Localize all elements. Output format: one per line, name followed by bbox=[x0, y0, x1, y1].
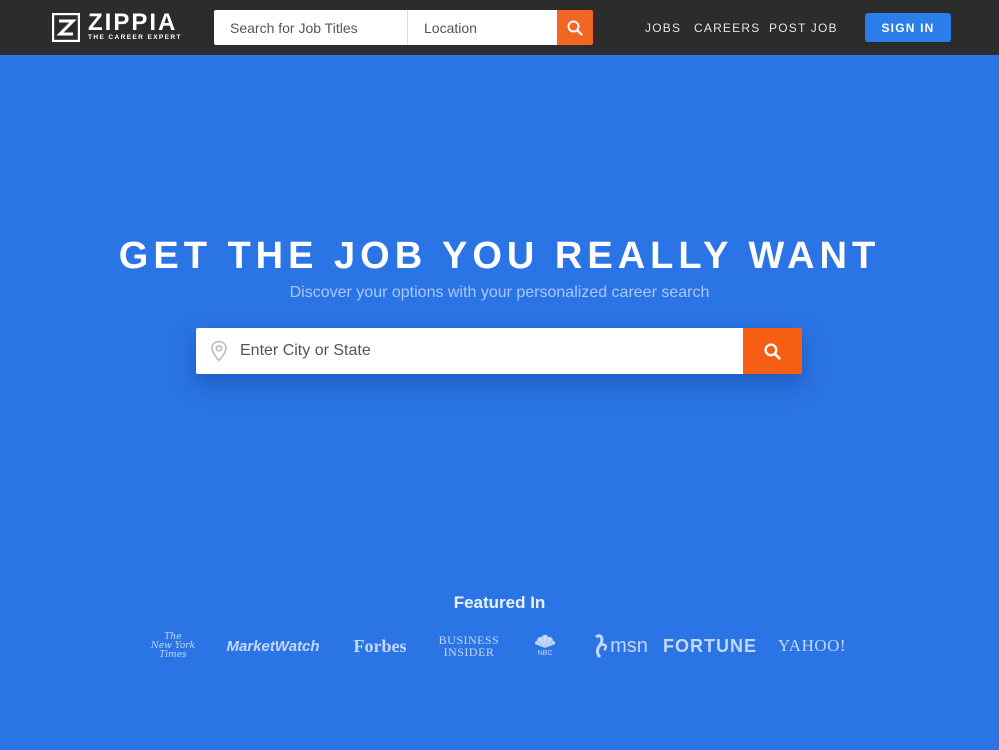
msn-butterfly-icon bbox=[595, 634, 608, 659]
zippia-logo[interactable]: ZIPPIA THE CAREER EXPERT bbox=[52, 9, 182, 42]
press-logo-forbes: Forbes bbox=[353, 635, 407, 656]
header-search bbox=[214, 10, 593, 45]
header-location-input[interactable] bbox=[408, 10, 557, 45]
top-navigation-bar: ZIPPIA THE CAREER EXPERT JOBS CAREERS PO… bbox=[0, 0, 999, 55]
press-logo-nyt: The New York Times bbox=[150, 628, 196, 664]
zippia-logo-mark-icon bbox=[52, 12, 80, 42]
city-state-input[interactable] bbox=[238, 328, 743, 374]
search-icon bbox=[764, 342, 781, 360]
press-logo-nbc: NBC bbox=[530, 628, 560, 664]
hero-search bbox=[196, 328, 802, 374]
press-logo-fortune: FORTUNE bbox=[663, 635, 757, 656]
press-logo-yahoo: YAHOO! bbox=[777, 636, 847, 655]
nyt-line: Times bbox=[159, 649, 187, 660]
hero-subtitle: Discover your options with your personal… bbox=[289, 284, 710, 301]
hero-search-button[interactable] bbox=[743, 328, 802, 374]
msn-label: msn bbox=[610, 634, 648, 657]
nav-careers[interactable]: CAREERS bbox=[694, 21, 760, 35]
logo-tagline: THE CAREER EXPERT bbox=[88, 34, 182, 41]
job-title-search-input[interactable] bbox=[214, 10, 408, 45]
nbc-peacock-icon bbox=[534, 634, 556, 648]
featured-in-heading: Featured In bbox=[453, 593, 546, 612]
nav-post-job[interactable]: POST JOB bbox=[769, 21, 838, 35]
search-icon bbox=[567, 20, 583, 36]
nbc-label: NBC bbox=[537, 650, 553, 657]
hero-title: GET THE JOB YOU REALLY WANT bbox=[118, 235, 881, 277]
logo-wordmark: ZIPPIA bbox=[88, 9, 178, 36]
press-logo-business-insider: BUSINESS INSIDER bbox=[436, 628, 502, 664]
city-state-field bbox=[196, 328, 743, 374]
press-logo-marketwatch: MarketWatch bbox=[226, 637, 320, 655]
sign-in-button[interactable]: SIGN IN bbox=[865, 13, 951, 42]
header-search-button[interactable] bbox=[557, 10, 593, 45]
bi-line: INSIDER bbox=[443, 645, 495, 659]
map-pin-icon bbox=[211, 340, 227, 362]
press-logo-msn: msn bbox=[590, 628, 650, 664]
nav-jobs[interactable]: JOBS bbox=[645, 21, 681, 35]
